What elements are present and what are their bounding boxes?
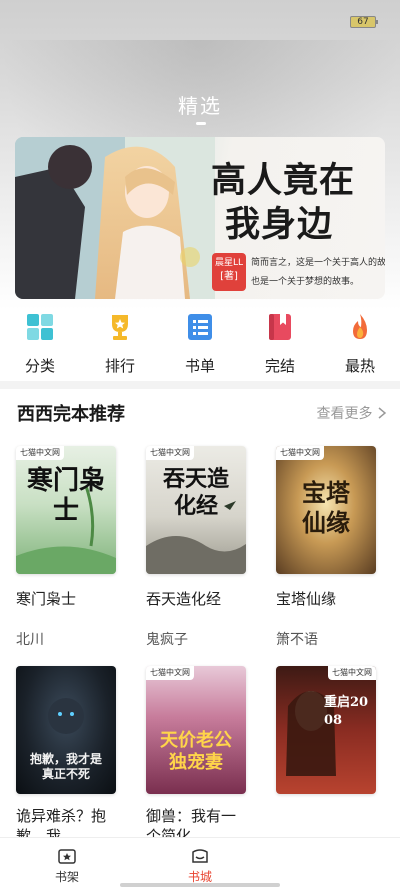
banner-book-title: 高人竟在 我身边 <box>211 159 381 247</box>
cover-title: 吞天造化经 <box>162 466 229 519</box>
grid-icon <box>27 314 53 340</box>
featured-banner[interactable]: 高人竟在 我身边 晨星LL [著] 简而言之，这是一个关于高人的故事。 也是一个… <box>15 137 385 299</box>
cover-title: 天价老公独宠妻 <box>160 730 232 773</box>
section-title: 西西完本推荐 <box>17 404 125 425</box>
cover-title: 寒门枭士 <box>26 466 105 526</box>
book-card[interactable]: 七猫中文网 寒门枭士 寒门枭士 北川 <box>16 446 116 649</box>
category-label: 排行 <box>104 357 135 375</box>
category-row: 分类 排行 书单 完结 最热 <box>0 312 400 382</box>
book-title: 吞天造化经 <box>146 590 222 608</box>
cover-title: 重启2008 <box>324 695 369 728</box>
bookshelf-icon <box>58 849 76 864</box>
category-label: 书单 <box>184 357 215 375</box>
bottom-nav: 书架 书城 <box>0 837 400 889</box>
see-more-link[interactable]: 查看更多 <box>317 403 387 423</box>
banner-title-line2: 我身边 <box>225 204 334 245</box>
book-cover: 抱歉，我才是真正不死 <box>16 666 116 794</box>
trophy-icon <box>112 315 128 340</box>
book-title: 寒门枭士 <box>16 590 77 608</box>
bookmark-book-icon <box>269 314 291 340</box>
category-label: 完结 <box>264 357 295 375</box>
banner-title-line1: 高人竟在 <box>211 160 356 201</box>
section-header: 西西完本推荐 查看更多 <box>17 400 387 430</box>
tab-bookstore[interactable]: 书城 <box>170 846 230 885</box>
book-title: 宝塔仙缘 <box>276 590 337 608</box>
category-item-completed[interactable]: 完结 <box>250 312 310 376</box>
banner-desc-line1: 简而言之，这是一个关于高人的故事。 <box>251 258 385 268</box>
tab-bookshelf[interactable]: 书架 <box>37 846 97 885</box>
list-icon <box>188 314 212 340</box>
book-cover: 七猫中文网 宝塔仙缘 <box>276 446 376 574</box>
category-label: 分类 <box>24 357 55 375</box>
publisher-badge: 七猫中文网 <box>276 446 324 460</box>
banner-description: 简而言之，这是一个关于高人的故事。 也是一个关于梦想的故事。 <box>251 254 385 292</box>
book-cover: 七猫中文网 寒门枭士 <box>16 446 116 574</box>
store-icon <box>192 849 208 863</box>
title-indicator <box>196 122 206 125</box>
category-item-hottest[interactable]: 最热 <box>330 312 390 376</box>
banner-author-badge: 晨星LL [著] <box>212 253 246 291</box>
chevron-right-icon <box>378 407 387 419</box>
book-cover: 七猫中文网 天价老公独宠妻 <box>146 666 246 794</box>
book-card[interactable]: 七猫中文网 吞天造化经 吞天造化经 鬼疯子 <box>146 446 246 649</box>
book-cover: 七猫中文网 重启2008 <box>276 666 376 794</box>
status-bar: 67 <box>0 0 400 40</box>
see-more-label: 查看更多 <box>316 406 373 422</box>
flame-icon <box>353 314 367 339</box>
publisher-badge: 七猫中文网 <box>146 666 194 680</box>
book-card[interactable]: 抱歉，我才是真正不死 诡异难杀？抱歉，我… <box>16 666 116 846</box>
banner-author-name: 晨星LL <box>214 258 244 268</box>
book-card[interactable]: 七猫中文网 天价老公独宠妻 御兽：我有一个简化… <box>146 666 246 846</box>
category-item-booklist[interactable]: 书单 <box>170 312 230 376</box>
battery-icon: 67 <box>350 16 378 28</box>
cover-title: 抱歉，我才是真正不死 <box>30 752 103 781</box>
cover-title: 宝塔仙缘 <box>302 478 350 537</box>
category-item-classify[interactable]: 分类 <box>10 312 70 376</box>
banner-author-tag: [著] <box>220 271 238 282</box>
banner-illustration <box>15 137 215 299</box>
category-item-ranking[interactable]: 排行 <box>90 312 150 376</box>
book-card[interactable]: 七猫中文网 重启2008 <box>276 666 376 806</box>
category-label: 最热 <box>344 357 375 375</box>
page-title: 精选 <box>178 94 222 118</box>
book-author: 鬼疯子 <box>146 632 188 648</box>
book-card[interactable]: 七猫中文网 宝塔仙缘 宝塔仙缘 箫不语 <box>276 446 376 649</box>
banner-desc-line2: 也是一个关于梦想的故事。 <box>251 277 360 287</box>
home-indicator <box>120 883 280 887</box>
section-divider <box>0 381 400 389</box>
cover-art <box>286 691 336 776</box>
book-cover: 七猫中文网 吞天造化经 <box>146 446 246 574</box>
tab-label: 书架 <box>54 870 79 884</box>
book-author: 箫不语 <box>276 632 318 648</box>
book-author: 北川 <box>16 632 44 648</box>
